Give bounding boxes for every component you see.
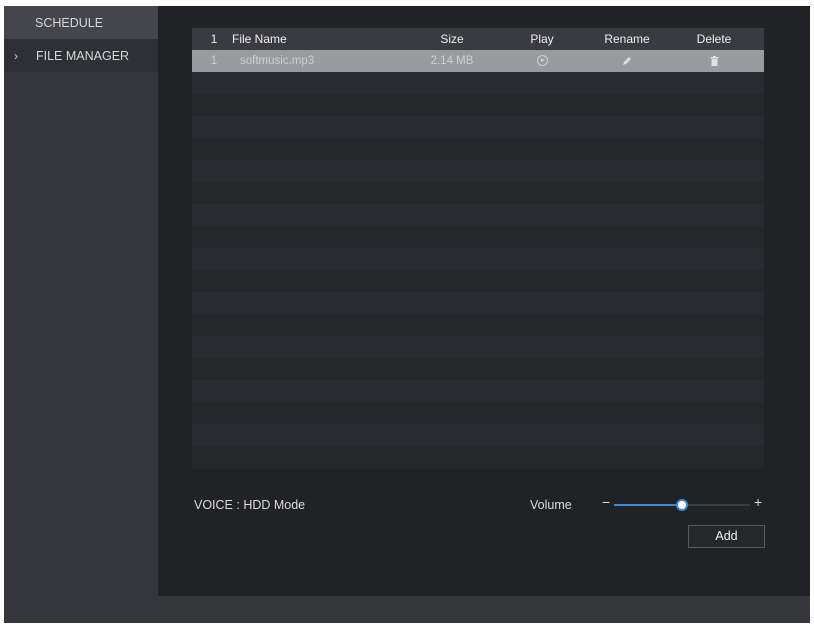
row-size: 2.14 MB bbox=[430, 55, 474, 67]
volume-label: Volume bbox=[530, 498, 572, 512]
table-row[interactable] bbox=[192, 314, 764, 336]
window-frame: SCHEDULE › FILE MANAGER 1 File Name Size… bbox=[4, 6, 810, 623]
header-index: 1 bbox=[210, 32, 218, 46]
header-file-name: File Name bbox=[232, 32, 287, 46]
table-row[interactable] bbox=[192, 270, 764, 292]
table-row[interactable] bbox=[192, 358, 764, 380]
volume-slider-fill[interactable] bbox=[614, 504, 680, 506]
table-row[interactable] bbox=[192, 94, 764, 116]
header-play: Play bbox=[530, 32, 554, 46]
delete-button[interactable] bbox=[684, 50, 744, 72]
main-panel: 1 File Name Size Play Rename Delete 1 so… bbox=[158, 6, 810, 596]
pencil-icon bbox=[623, 56, 631, 65]
sidebar-item-label: SCHEDULE bbox=[35, 15, 104, 30]
table-row[interactable] bbox=[192, 160, 764, 182]
table-row[interactable] bbox=[192, 424, 764, 446]
row-file-name: softmusic.mp3 bbox=[240, 55, 315, 67]
table-row[interactable] bbox=[192, 182, 764, 204]
table-row[interactable] bbox=[192, 292, 764, 314]
row-index: 1 bbox=[210, 55, 218, 67]
header-delete: Delete bbox=[696, 32, 732, 46]
sidebar-item-label: FILE MANAGER bbox=[36, 48, 130, 63]
table-row[interactable] bbox=[192, 336, 764, 358]
table-row[interactable] bbox=[192, 116, 764, 138]
rename-button[interactable] bbox=[592, 50, 662, 72]
bottom-bar bbox=[158, 596, 810, 623]
play-button[interactable] bbox=[512, 50, 572, 72]
table-row[interactable] bbox=[192, 446, 764, 469]
table-row[interactable] bbox=[192, 380, 764, 402]
sidebar-item-file-manager[interactable]: › FILE MANAGER bbox=[4, 39, 158, 72]
file-table: 1 File Name Size Play Rename Delete 1 so… bbox=[192, 28, 764, 469]
table-row[interactable]: 1 softmusic.mp3 2.14 MB bbox=[192, 50, 764, 72]
voice-mode-label: VOICE : HDD Mode bbox=[194, 498, 306, 512]
volume-slider-track[interactable] bbox=[684, 504, 750, 506]
add-button[interactable]: Add bbox=[688, 525, 765, 548]
trash-icon bbox=[710, 55, 718, 66]
table-row[interactable] bbox=[192, 226, 764, 248]
sidebar: SCHEDULE › FILE MANAGER bbox=[4, 6, 158, 623]
table-header: 1 File Name Size Play Rename Delete bbox=[192, 28, 764, 50]
header-size: Size bbox=[440, 32, 464, 46]
table-row[interactable] bbox=[192, 204, 764, 226]
volume-slider-handle[interactable] bbox=[676, 499, 688, 511]
header-rename: Rename bbox=[604, 32, 650, 46]
volume-decrease-button[interactable]: − bbox=[602, 494, 610, 510]
play-circle-icon bbox=[536, 55, 548, 67]
sidebar-item-schedule[interactable]: SCHEDULE bbox=[4, 6, 158, 39]
chevron-right-icon: › bbox=[14, 48, 18, 63]
table-row[interactable] bbox=[192, 138, 764, 160]
table-row[interactable] bbox=[192, 248, 764, 270]
table-row[interactable] bbox=[192, 72, 764, 94]
volume-increase-button[interactable]: + bbox=[754, 494, 762, 510]
table-row[interactable] bbox=[192, 402, 764, 424]
